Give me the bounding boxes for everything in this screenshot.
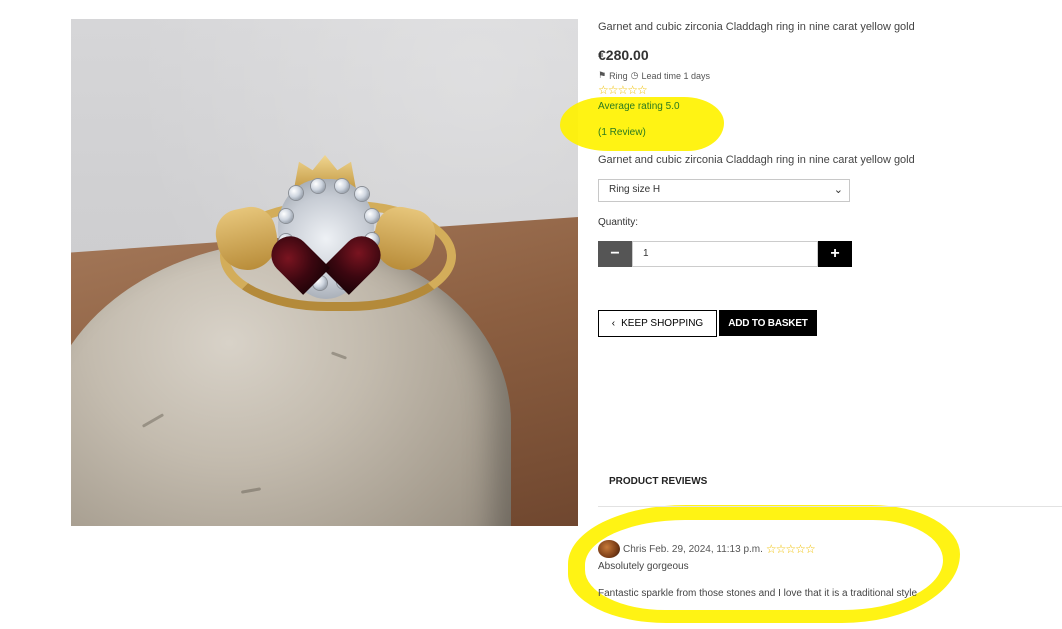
review-title: Absolutely gorgeous — [598, 561, 689, 572]
ring-size-select[interactable]: Ring size H ⌄ — [598, 179, 850, 202]
ring-stone — [365, 209, 379, 223]
quantity-input[interactable]: 1 — [632, 241, 818, 267]
ring-stone — [289, 186, 303, 200]
ring-stone — [355, 187, 369, 201]
clock-icon: ◷ — [630, 70, 639, 80]
reviews-divider — [598, 506, 1062, 507]
review-body: Fantastic sparkle from those stones and … — [598, 588, 918, 599]
ring-stone — [335, 179, 349, 193]
ring-stone — [279, 209, 293, 223]
product-meta: ⚑ Ring ◷ Lead time 1 days — [598, 70, 710, 81]
add-to-basket-button[interactable]: ADD TO BASKET — [719, 310, 817, 336]
keep-shopping-label: KEEP SHOPPING — [621, 318, 704, 329]
quantity-decrement-button[interactable]: − — [598, 241, 632, 267]
product-title: Garnet and cubic zirconia Claddagh ring … — [598, 21, 915, 33]
review-header: Chris Feb. 29, 2024, 11:13 p.m. ☆☆☆☆☆ — [598, 540, 816, 558]
ring-size-selected: Ring size H — [609, 184, 661, 195]
review-rating-stars: ☆☆☆☆☆ — [765, 542, 816, 556]
quantity-label: Quantity: — [598, 217, 639, 228]
tag-icon: ⚑ — [598, 70, 607, 80]
product-image — [71, 19, 578, 526]
avatar — [598, 540, 620, 558]
quantity-increment-button[interactable]: + — [818, 241, 852, 267]
product-description: Garnet and cubic zirconia Claddagh ring … — [598, 154, 915, 166]
review-author-date: Chris Feb. 29, 2024, 11:13 p.m. — [623, 543, 763, 555]
product-category[interactable]: Ring — [609, 71, 628, 81]
chevron-left-icon: ‹ — [611, 318, 616, 329]
product-lead-time: Lead time 1 days — [641, 70, 710, 81]
review-count-link[interactable]: (1 Review) — [598, 127, 646, 138]
product-rating-stars: ☆☆☆☆☆ — [598, 83, 648, 97]
ring-stone — [311, 179, 325, 193]
ring-garnet — [292, 212, 360, 274]
chevron-down-icon: ⌄ — [833, 184, 843, 196]
product-price: €280.00 — [598, 47, 649, 63]
quantity-stepper: − 1 + — [598, 241, 852, 267]
keep-shopping-button[interactable]: ‹ KEEP SHOPPING — [598, 310, 717, 337]
reviews-heading: PRODUCT REVIEWS — [609, 476, 708, 487]
average-rating: Average rating 5.0 — [598, 101, 680, 112]
